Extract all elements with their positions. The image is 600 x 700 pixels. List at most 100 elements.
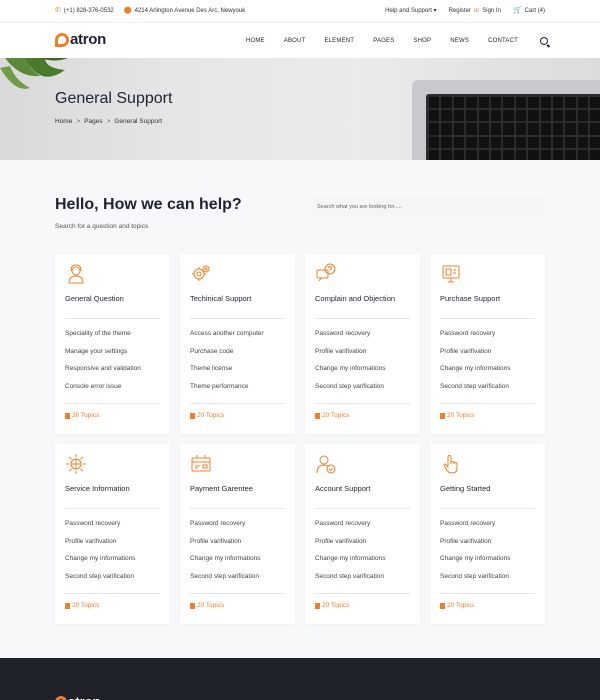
card-link-list: Password recovery Profile varifivation C… [315, 520, 385, 590]
card-title[interactable]: Service Information [65, 484, 130, 493]
help-search-input[interactable] [312, 197, 545, 216]
nav-item-home[interactable]: HOME [246, 38, 265, 44]
list-item[interactable]: Password recovery [315, 330, 385, 348]
list-item[interactable]: Second step varification [315, 383, 385, 401]
list-item[interactable]: Profile varifivation [315, 348, 385, 366]
list-item[interactable]: Change my informations [65, 555, 135, 573]
location-pin-icon: ⬤ [123, 7, 132, 14]
list-item[interactable]: Password recovery [190, 520, 260, 538]
card-title[interactable]: Techinical Support [190, 294, 251, 303]
nav-menu: HOME ABOUT ELEMENT PAGES SHOP NEWS CONTA… [227, 37, 548, 45]
topic-card-getting-started: Getting Started Password recovery Profil… [430, 444, 545, 624]
list-item[interactable]: Change my informations [315, 365, 385, 383]
card-divider [65, 318, 160, 319]
topics-link[interactable]: 20 Topics [440, 412, 474, 419]
topics-count: 20 Topics [447, 602, 475, 609]
topics-link[interactable]: 20 Topics [190, 412, 224, 419]
logo-mark-icon [55, 695, 67, 700]
card-divider [315, 403, 410, 404]
card-divider [190, 318, 285, 319]
list-item[interactable]: Profile varifivation [65, 538, 135, 556]
hero-banner [0, 58, 600, 160]
topics-count: 20 Topics [322, 602, 350, 609]
list-item[interactable]: Second step varification [440, 383, 510, 401]
list-item[interactable]: Second step varification [315, 573, 385, 591]
card-title[interactable]: General Question [65, 294, 124, 303]
list-item[interactable]: Purchase code [190, 348, 264, 366]
chat-question-icon [316, 263, 336, 282]
list-item[interactable]: Speciality of the theme [65, 330, 141, 348]
document-icon [190, 602, 195, 609]
footer-logo-text: atron [68, 694, 101, 700]
footer-logo[interactable]: atron [55, 694, 101, 700]
card-title[interactable]: Getting Started [440, 484, 490, 493]
topics-count: 20 Topics [322, 412, 350, 419]
card-divider [440, 318, 535, 319]
card-divider [190, 508, 285, 509]
list-item[interactable]: Console error issue [65, 383, 141, 401]
search-icon[interactable] [540, 37, 548, 45]
nav-item-news[interactable]: NEWS [450, 38, 469, 44]
card-link-list: Password recovery Profile varifivation C… [65, 520, 135, 590]
topics-link[interactable]: 20 Topics [440, 602, 474, 609]
phone-contact[interactable]: ✆ (+1) 828-376-0532 [55, 7, 114, 14]
list-item[interactable]: Profile varifivation [190, 538, 260, 556]
nav-item-element[interactable]: ELEMENT [324, 38, 354, 44]
card-title[interactable]: Payment Garentee [190, 484, 253, 493]
topics-link[interactable]: 20 Topics [315, 602, 349, 609]
or-text: or [473, 7, 480, 14]
list-item[interactable]: Change my informations [315, 555, 385, 573]
list-item[interactable]: Change my informations [440, 555, 510, 573]
list-item[interactable]: Second step varification [440, 573, 510, 591]
topics-link[interactable]: 20 Topics [65, 602, 99, 609]
list-item[interactable]: Change my informations [190, 555, 260, 573]
card-divider [190, 593, 285, 594]
card-title[interactable]: Account Support [315, 484, 370, 493]
cart-link[interactable]: 🛒 Cart (4) [513, 7, 545, 14]
card-title[interactable]: Complain and Objection [315, 294, 395, 303]
signin-link[interactable]: Sign In [482, 8, 501, 14]
list-item[interactable]: Theme license [190, 365, 264, 383]
keyboard-image [426, 94, 600, 160]
list-item[interactable]: Change my informations [440, 365, 510, 383]
topics-link[interactable]: 20 Topics [190, 602, 224, 609]
list-item[interactable]: Theme performance [190, 383, 264, 401]
list-item[interactable]: Access another computer [190, 330, 264, 348]
help-subtitle: Search for a question and topics [55, 223, 149, 230]
list-item[interactable]: Password recovery [315, 520, 385, 538]
list-item[interactable]: Responsive and validation [65, 365, 141, 383]
card-title[interactable]: Purchase Support [440, 294, 500, 303]
breadcrumb-pages[interactable]: Pages [84, 118, 102, 125]
card-link-list: Access another computer Purchase code Th… [190, 330, 264, 400]
top-bar: ✆ (+1) 828-376-0532 ⬤ 4214 Arlington Ave… [0, 0, 600, 22]
address-contact: ⬤ 4214 Arlington Avenue Des Arc, Newyouk [124, 7, 245, 14]
list-item[interactable]: Password recovery [440, 330, 510, 348]
gears-icon [192, 265, 210, 281]
topics-link[interactable]: 20 Topics [315, 412, 349, 419]
card-divider [440, 593, 535, 594]
list-item[interactable]: Second step varification [65, 573, 135, 591]
list-item[interactable]: Password recovery [440, 520, 510, 538]
nav-item-shop[interactable]: SHOP [413, 38, 431, 44]
card-link-list: Password recovery Profile varifivation C… [190, 520, 260, 590]
list-item[interactable]: Profile varifivation [315, 538, 385, 556]
list-item[interactable]: Profile varifivation [440, 348, 510, 366]
card-divider [440, 508, 535, 509]
help-support-dropdown[interactable]: Help and Support ▾ [385, 7, 436, 14]
document-icon [440, 602, 445, 609]
topics-count: 20 Topics [447, 412, 475, 419]
topics-link[interactable]: 20 Topics [65, 412, 99, 419]
register-link[interactable]: Register [449, 8, 471, 14]
nav-item-contact[interactable]: CONTACT [488, 38, 518, 44]
document-icon [190, 412, 195, 419]
card-divider [315, 318, 410, 319]
site-logo[interactable]: atron [55, 31, 106, 48]
card-link-list: Speciality of the theme Manage your sett… [65, 330, 141, 400]
breadcrumb-home[interactable]: Home [55, 118, 72, 125]
list-item[interactable]: Manage your settings [65, 348, 141, 366]
nav-item-pages[interactable]: PAGES [373, 38, 394, 44]
list-item[interactable]: Password recovery [65, 520, 135, 538]
list-item[interactable]: Profile varifivation [440, 538, 510, 556]
nav-item-about[interactable]: ABOUT [284, 38, 306, 44]
list-item[interactable]: Second step varification [190, 573, 260, 591]
